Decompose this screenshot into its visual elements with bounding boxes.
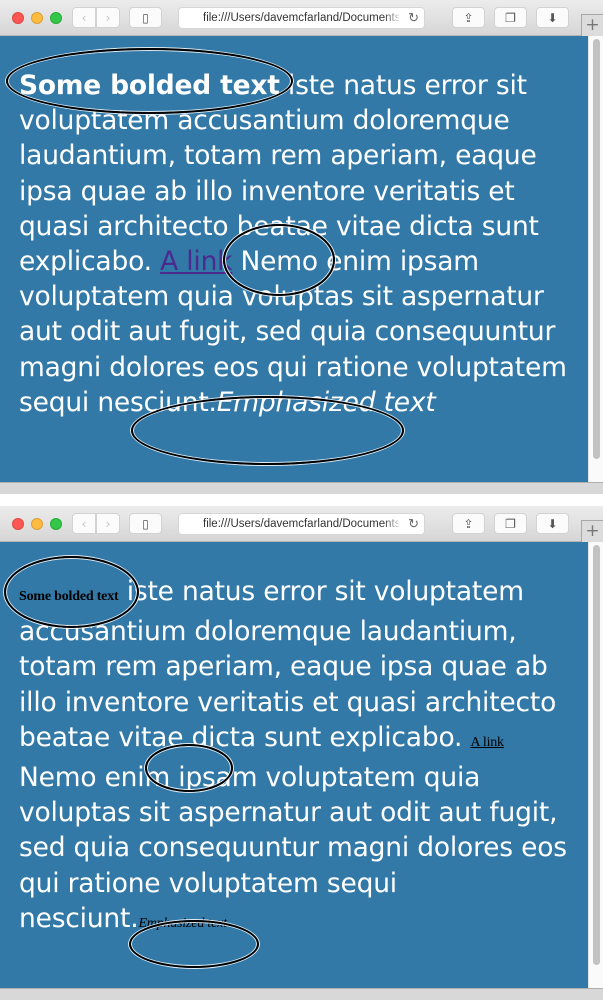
forward-button[interactable]: › bbox=[96, 513, 120, 534]
reload-icon[interactable]: ↻ bbox=[408, 10, 419, 26]
minimize-window-button[interactable] bbox=[31, 518, 43, 530]
paragraph: Some bolded text iste natus error sit vo… bbox=[19, 574, 574, 941]
address-bar[interactable]: file:///Users/davemcfarland/Documents ↻ bbox=[178, 513, 425, 535]
browser-toolbar: ‹ › ▯ file:///Users/davemcfarland/Docume… bbox=[0, 0, 603, 36]
minimize-window-button[interactable] bbox=[31, 12, 43, 24]
close-window-button[interactable] bbox=[12, 12, 24, 24]
forward-button[interactable]: › bbox=[96, 7, 120, 28]
scrollbar-thumb[interactable] bbox=[593, 545, 600, 965]
sidebar-icon: ▯ bbox=[142, 10, 149, 25]
share-icon: ⇪ bbox=[463, 10, 474, 25]
close-window-button[interactable] bbox=[12, 518, 24, 530]
zoom-window-button[interactable] bbox=[50, 12, 62, 24]
download-icon: ⬇ bbox=[547, 516, 558, 531]
paragraph: Some bolded text iste natus error sit vo… bbox=[19, 68, 574, 420]
vertical-scrollbar[interactable] bbox=[588, 542, 603, 988]
new-tab-button[interactable]: + bbox=[581, 520, 603, 542]
back-button[interactable]: ‹ bbox=[72, 513, 96, 534]
link[interactable]: A link bbox=[160, 246, 232, 277]
link[interactable]: A link bbox=[470, 735, 504, 750]
share-button[interactable]: ⇪ bbox=[452, 7, 485, 28]
plus-icon: + bbox=[585, 15, 600, 35]
zoom-window-button[interactable] bbox=[50, 518, 62, 530]
tab-overview-button[interactable]: ❐ bbox=[494, 513, 527, 534]
window-bottom-bar bbox=[0, 988, 603, 1000]
address-bar-fade bbox=[384, 514, 402, 534]
body-text-2: Nemo enim ipsam voluptatem quia voluptas… bbox=[19, 762, 567, 934]
share-button[interactable]: ⇪ bbox=[452, 513, 485, 534]
new-tab-button[interactable]: + bbox=[581, 14, 603, 36]
sidebar-icon: ▯ bbox=[142, 516, 149, 531]
address-bar-text: file:///Users/davemcfarland/Documents bbox=[203, 518, 399, 530]
browser-toolbar: ‹ › ▯ file:///Users/davemcfarland/Docume… bbox=[0, 506, 603, 542]
browser-window-top: ‹ › ▯ file:///Users/davemcfarland/Docume… bbox=[0, 0, 603, 494]
tabs-icon: ❐ bbox=[505, 516, 516, 531]
chevron-left-icon: ‹ bbox=[81, 10, 87, 25]
plus-icon: + bbox=[585, 521, 600, 541]
sidebar-toggle-button[interactable]: ▯ bbox=[129, 513, 162, 534]
address-bar-text: file:///Users/davemcfarland/Documents bbox=[203, 12, 399, 24]
page-content: Some bolded text iste natus error sit vo… bbox=[0, 36, 588, 482]
page-content: Some bolded text iste natus error sit vo… bbox=[0, 542, 588, 988]
emphasized-text: Emphasized text bbox=[138, 915, 227, 931]
address-bar-fade bbox=[384, 8, 402, 28]
emphasized-text: Emphasized text bbox=[216, 386, 436, 418]
back-button[interactable]: ‹ bbox=[72, 7, 96, 28]
tab-overview-button[interactable]: ❐ bbox=[494, 7, 527, 28]
downloads-button[interactable]: ⬇ bbox=[536, 513, 569, 534]
window-bottom-bar bbox=[0, 482, 603, 494]
reload-icon[interactable]: ↻ bbox=[408, 516, 419, 532]
chevron-left-icon: ‹ bbox=[81, 516, 87, 531]
tabs-icon: ❐ bbox=[505, 10, 516, 25]
browser-window-bottom: ‹ › ▯ file:///Users/davemcfarland/Docume… bbox=[0, 506, 603, 1000]
downloads-button[interactable]: ⬇ bbox=[536, 7, 569, 28]
address-bar[interactable]: file:///Users/davemcfarland/Documents ↻ bbox=[178, 7, 425, 29]
chevron-right-icon: › bbox=[105, 10, 111, 25]
sidebar-toggle-button[interactable]: ▯ bbox=[129, 7, 162, 28]
bold-text: Some bolded text bbox=[19, 70, 280, 101]
bold-text: Some bolded text bbox=[19, 589, 119, 604]
download-icon: ⬇ bbox=[547, 10, 558, 25]
vertical-scrollbar[interactable] bbox=[588, 36, 603, 482]
chevron-right-icon: › bbox=[105, 516, 111, 531]
share-icon: ⇪ bbox=[463, 516, 474, 531]
scrollbar-thumb[interactable] bbox=[593, 39, 600, 459]
